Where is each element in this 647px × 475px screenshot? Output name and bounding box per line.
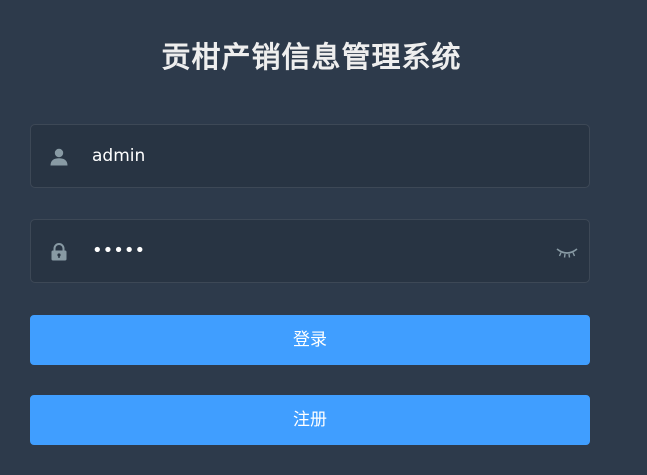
register-button[interactable]: 注册: [30, 395, 590, 445]
username-input[interactable]: admin: [92, 125, 145, 187]
lock-icon: [49, 242, 69, 262]
user-icon: [49, 147, 69, 167]
login-button[interactable]: 登录: [30, 315, 590, 365]
eye-closed-icon[interactable]: [555, 242, 579, 262]
password-input[interactable]: •••••: [92, 220, 145, 282]
username-field[interactable]: admin: [30, 124, 590, 188]
login-form: 贡柑产销信息管理系统 admin ••••• 登录 注册: [0, 0, 647, 475]
page-title: 贡柑产销信息管理系统: [161, 40, 462, 74]
password-field[interactable]: •••••: [30, 219, 590, 283]
